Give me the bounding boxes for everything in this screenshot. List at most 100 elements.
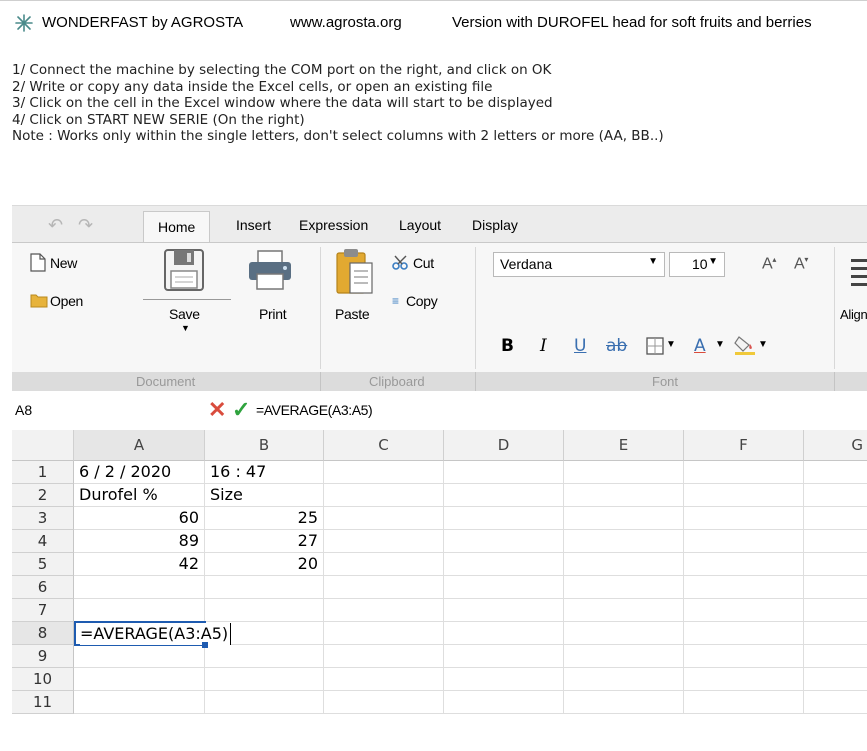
cell-d1[interactable]: [444, 461, 564, 484]
cell-c11[interactable]: [324, 691, 444, 714]
cell-c9[interactable]: [324, 645, 444, 668]
cell-c1[interactable]: [324, 461, 444, 484]
row-header-4[interactable]: 4: [12, 530, 74, 553]
row-header-2[interactable]: 2: [12, 484, 74, 507]
cell-f7[interactable]: [684, 599, 804, 622]
shrink-font-button[interactable]: A▾: [794, 255, 808, 273]
row-header-9[interactable]: 9: [12, 645, 74, 668]
cell-a4[interactable]: 89: [74, 530, 205, 553]
confirm-formula-icon[interactable]: ✓: [232, 397, 250, 423]
tab-insert[interactable]: Insert: [236, 217, 271, 233]
cell-d4[interactable]: [444, 530, 564, 553]
fill-color-icon[interactable]: [734, 335, 756, 355]
cell-b4[interactable]: 27: [205, 530, 324, 553]
row-header-8[interactable]: 8: [12, 622, 74, 645]
cell-c5[interactable]: [324, 553, 444, 576]
cell-d7[interactable]: [444, 599, 564, 622]
cell-a1[interactable]: 6 / 2 / 2020: [74, 461, 205, 484]
cell-b9[interactable]: [205, 645, 324, 668]
cell-c7[interactable]: [324, 599, 444, 622]
cell-c10[interactable]: [324, 668, 444, 691]
cell-f2[interactable]: [684, 484, 804, 507]
cell-f9[interactable]: [684, 645, 804, 668]
cell-d6[interactable]: [444, 576, 564, 599]
cell-e4[interactable]: [564, 530, 684, 553]
column-header-a[interactable]: A: [74, 430, 205, 461]
website-link[interactable]: www.agrosta.org: [290, 14, 402, 31]
cell-f1[interactable]: [684, 461, 804, 484]
cell-editor[interactable]: =AVERAGE(A3:A5): [80, 623, 232, 645]
cell-a11[interactable]: [74, 691, 205, 714]
cell-f8[interactable]: [684, 622, 804, 645]
cell-g1[interactable]: [804, 461, 867, 484]
bold-button[interactable]: B: [501, 336, 514, 356]
cancel-formula-icon[interactable]: ✕: [208, 397, 226, 423]
cell-c2[interactable]: [324, 484, 444, 507]
column-header-c[interactable]: C: [324, 430, 444, 461]
spreadsheet-grid[interactable]: A B C D E F G 1 2 3 4 5 6 7 8 9 10 11 6 …: [12, 430, 867, 751]
cell-e5[interactable]: [564, 553, 684, 576]
cell-e10[interactable]: [564, 668, 684, 691]
underline-button[interactable]: U: [574, 336, 586, 356]
cell-g10[interactable]: [804, 668, 867, 691]
cell-b2[interactable]: Size: [205, 484, 324, 507]
cell-d11[interactable]: [444, 691, 564, 714]
cell-f10[interactable]: [684, 668, 804, 691]
row-header-7[interactable]: 7: [12, 599, 74, 622]
row-header-1[interactable]: 1: [12, 461, 74, 484]
cell-a6[interactable]: [74, 576, 205, 599]
cell-d8[interactable]: [444, 622, 564, 645]
selected-cell-a8[interactable]: =AVERAGE(A3:A5): [74, 621, 232, 648]
cell-a5[interactable]: 42: [74, 553, 205, 576]
cell-c6[interactable]: [324, 576, 444, 599]
save-dropdown-icon[interactable]: ▼: [181, 323, 190, 333]
cell-a7[interactable]: [74, 599, 205, 622]
cell-e7[interactable]: [564, 599, 684, 622]
cell-d2[interactable]: [444, 484, 564, 507]
tab-home[interactable]: Home: [143, 211, 211, 242]
column-header-f[interactable]: F: [684, 430, 804, 461]
select-all-corner[interactable]: [12, 430, 74, 461]
cell-g6[interactable]: [804, 576, 867, 599]
cell-d5[interactable]: [444, 553, 564, 576]
cell-e3[interactable]: [564, 507, 684, 530]
cell-g2[interactable]: [804, 484, 867, 507]
cell-f3[interactable]: [684, 507, 804, 530]
cell-b6[interactable]: [205, 576, 324, 599]
cell-f6[interactable]: [684, 576, 804, 599]
cell-b10[interactable]: [205, 668, 324, 691]
column-header-d[interactable]: D: [444, 430, 564, 461]
font-size-select[interactable]: 10 ▼: [669, 252, 725, 277]
cell-c3[interactable]: [324, 507, 444, 530]
fill-color-dropdown-icon[interactable]: ▼: [758, 339, 768, 350]
row-header-3[interactable]: 3: [12, 507, 74, 530]
row-header-11[interactable]: 11: [12, 691, 74, 714]
tab-layout[interactable]: Layout: [399, 217, 441, 233]
cell-g5[interactable]: [804, 553, 867, 576]
cell-e1[interactable]: [564, 461, 684, 484]
cell-a9[interactable]: [74, 645, 205, 668]
cell-reference[interactable]: A8: [15, 402, 32, 418]
cell-g9[interactable]: [804, 645, 867, 668]
cell-c4[interactable]: [324, 530, 444, 553]
grow-font-button[interactable]: A▴: [762, 255, 776, 273]
cell-g8[interactable]: [804, 622, 867, 645]
cell-e9[interactable]: [564, 645, 684, 668]
column-header-e[interactable]: E: [564, 430, 684, 461]
column-header-b[interactable]: B: [205, 430, 324, 461]
fill-handle[interactable]: [202, 642, 208, 648]
cell-b11[interactable]: [205, 691, 324, 714]
cell-d10[interactable]: [444, 668, 564, 691]
cell-d9[interactable]: [444, 645, 564, 668]
cell-f11[interactable]: [684, 691, 804, 714]
tab-expression[interactable]: Expression: [299, 217, 368, 233]
strikethrough-button[interactable]: ab: [606, 336, 627, 356]
cell-f4[interactable]: [684, 530, 804, 553]
undo-icon[interactable]: ↶: [48, 215, 63, 236]
cell-f5[interactable]: [684, 553, 804, 576]
cell-a3[interactable]: 60: [74, 507, 205, 530]
row-header-6[interactable]: 6: [12, 576, 74, 599]
formula-input[interactable]: =AVERAGE(A3:A5): [256, 402, 373, 418]
cell-c8[interactable]: [324, 622, 444, 645]
cell-b5[interactable]: 20: [205, 553, 324, 576]
